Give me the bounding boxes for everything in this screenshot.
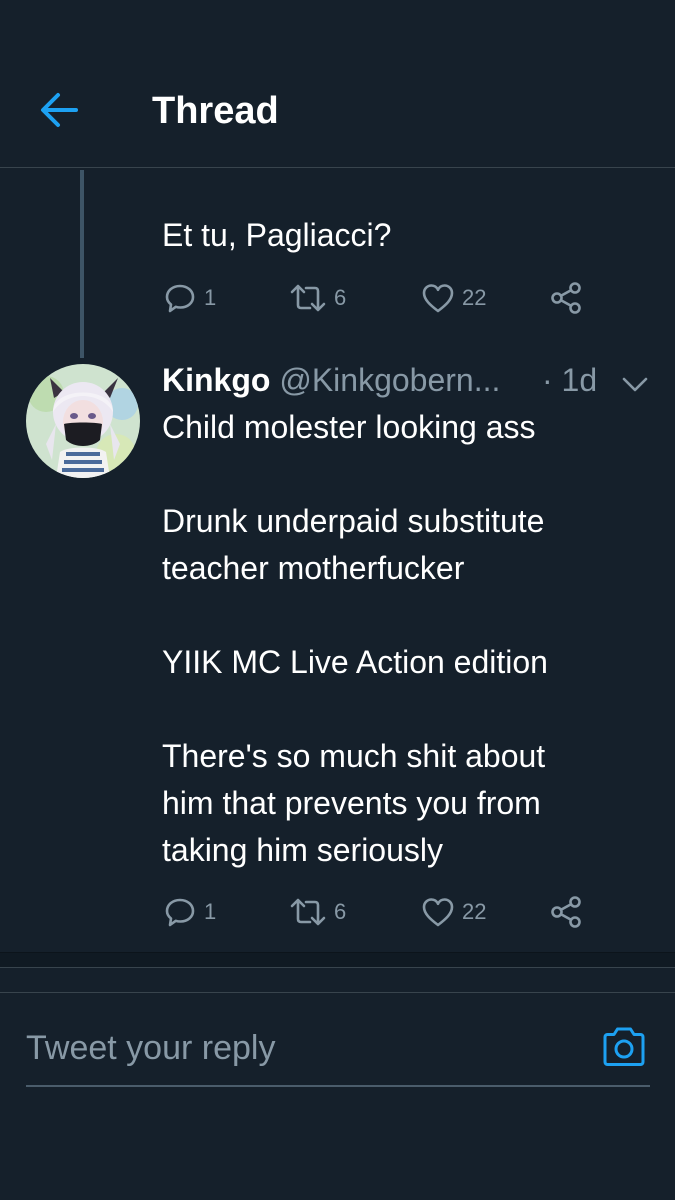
share-icon [551,282,581,314]
like-button[interactable]: 22 [420,278,486,318]
page-title: Thread [152,90,279,132]
camera-button[interactable] [600,1023,648,1071]
retweet-count: 6 [334,899,347,924]
back-button[interactable] [30,82,86,138]
reply-count: 1 [204,285,217,310]
like-count: 22 [462,899,487,924]
share-button[interactable] [548,278,584,318]
retweet-icon [290,898,326,926]
share-button[interactable] [548,892,584,932]
share-icon [551,896,581,928]
reply-icon [165,898,195,927]
retweet-button[interactable]: 6 [288,278,346,318]
thread-screen: Thread Et tu, Pagliacci? 1 6 22 Kinkgo @… [0,0,675,1200]
like-count: 22 [462,285,487,310]
arrow-left-icon [41,93,78,127]
tweet-menu-button[interactable] [620,366,650,396]
thread-connector-line [80,170,84,358]
reply-button[interactable]: 1 [162,278,216,318]
parent-tweet-actions: 1 6 22 [162,278,602,318]
parent-tweet-text: Et tu, Pagliacci? [162,217,392,253]
chevron-down-icon [622,377,648,392]
tweet-text: Child molester looking ass Drunk underpa… [162,409,548,868]
camera-icon [603,1027,645,1066]
retweet-icon [290,284,326,312]
user-avatar [26,364,140,478]
bottom-empty-area [0,1102,675,1200]
reply-composer: Tweet your reply [0,992,675,1102]
author-handle[interactable]: @Kinkgobern... [279,362,500,398]
tweet-actions: 1 6 22 [162,892,602,932]
tweet-timestamp: · 1d [542,362,598,398]
retweet-button[interactable]: 6 [288,892,346,932]
heart-icon [422,898,454,927]
retweet-count: 6 [334,285,347,310]
reply-input-underline [26,1085,650,1087]
top-bar: Thread [0,0,675,168]
section-divider [0,952,675,968]
tweet-header: Kinkgo @Kinkgobern... · 1d [162,358,652,402]
like-button[interactable]: 22 [420,892,486,932]
heart-icon [422,284,454,313]
reply-input[interactable]: Tweet your reply [26,1023,586,1073]
reply-icon [165,284,195,313]
avatar[interactable] [26,364,140,478]
reply-count: 1 [204,899,217,924]
author-name[interactable]: Kinkgo [162,362,270,398]
reply-button[interactable]: 1 [162,892,216,932]
